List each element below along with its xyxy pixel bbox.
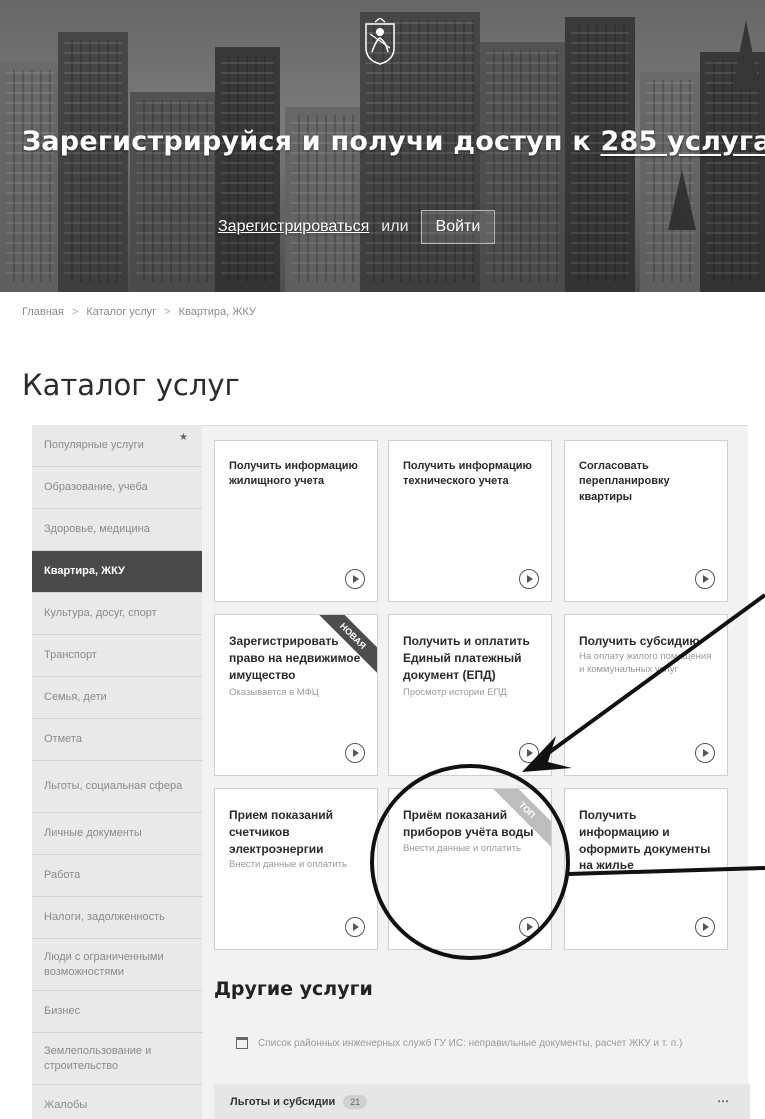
sidebar-item-family[interactable]: Семья, дети xyxy=(32,677,202,719)
sidebar-item-other[interactable]: Отмета xyxy=(32,719,202,761)
sidebar-item-label: Культура, досуг, спорт xyxy=(44,607,157,620)
card-title: Получить информацию и оформить документы… xyxy=(579,808,711,873)
sidebar-item-business[interactable]: Бизнес xyxy=(32,991,202,1033)
play-circle-icon[interactable] xyxy=(519,569,539,589)
card-subtitle: На оплату жилого помещения и коммунальны… xyxy=(579,651,712,675)
sidebar-item-taxes[interactable]: Налоги, задолженность xyxy=(32,897,202,939)
sidebar-item-education[interactable]: Образование, учеба xyxy=(32,467,202,509)
play-circle-icon[interactable] xyxy=(345,917,365,937)
benefits-accordion[interactable]: Льготы и субсидии 21 ⋯ xyxy=(214,1084,750,1119)
play-circle-icon[interactable] xyxy=(695,917,715,937)
sidebar-item-label: Здоровье, медицина xyxy=(44,523,150,536)
other-services-item-text: Список районных инженерных служб ГУ ИС: … xyxy=(258,1037,683,1049)
calendar-icon xyxy=(236,1037,248,1049)
benefits-count-badge: 21 xyxy=(343,1094,368,1109)
moscow-coat-of-arms-icon xyxy=(365,18,395,65)
play-circle-icon[interactable] xyxy=(345,569,365,589)
play-circle-icon[interactable] xyxy=(695,569,715,589)
breadcrumb-catalog[interactable]: Каталог услуг xyxy=(86,306,156,318)
card-subtitle: Внести данные и оплатить xyxy=(229,859,347,870)
other-services-item[interactable]: Список районных инженерных служб ГУ ИС: … xyxy=(214,1028,750,1058)
sidebar-item-complaints[interactable]: Жалобы xyxy=(32,1085,202,1119)
play-circle-icon[interactable] xyxy=(519,917,539,937)
sidebar-item-disabilities[interactable]: Люди с ограниченными возможностями xyxy=(32,939,202,991)
service-card[interactable]: Получить информацию технического учета xyxy=(388,440,552,602)
service-card[interactable]: Получить информацию жилищного учета xyxy=(214,440,378,602)
login-button[interactable]: Войти xyxy=(420,210,496,244)
breadcrumb: Главная > Каталог услуг > Квартира, ЖКУ xyxy=(22,306,256,318)
sidebar-item-label: Налоги, задолженность xyxy=(44,911,165,924)
card-subtitle: Внести данные и оплатить xyxy=(403,843,521,854)
card-title: Получить информацию технического учета xyxy=(403,460,532,488)
card-subtitle: Оказывается в МФЦ xyxy=(229,687,319,698)
service-card[interactable]: Прием показаний счетчиков электроэнергии… xyxy=(214,788,378,950)
sidebar-item-label: Личные документы xyxy=(44,827,142,840)
category-sidebar: Популярные услуги ★ Образование, учеба З… xyxy=(32,425,202,1119)
card-title: Получить и оплатить Единый платежный док… xyxy=(403,634,530,682)
service-card[interactable]: Зарегистрировать право на недвижимое иму… xyxy=(214,614,378,776)
sidebar-item-label: Образование, учеба xyxy=(44,481,148,494)
play-circle-icon[interactable] xyxy=(695,743,715,763)
sidebar-item-culture[interactable]: Культура, досуг, спорт xyxy=(32,593,202,635)
sidebar-item-benefits[interactable]: Льготы, социальная сфера xyxy=(32,761,202,813)
sidebar-item-label: Люди с ограниченными возможностями xyxy=(44,950,164,978)
more-icon[interactable]: ⋯ xyxy=(717,1094,729,1108)
play-circle-icon[interactable] xyxy=(519,743,539,763)
card-title: Получить субсидию xyxy=(579,634,700,648)
star-icon: ★ xyxy=(179,432,188,443)
sidebar-item-popular[interactable]: Популярные услуги ★ xyxy=(32,425,202,467)
card-title: Получить информацию жилищного учета xyxy=(229,460,358,488)
sidebar-item-label: Квартира, ЖКУ xyxy=(44,565,125,578)
sidebar-item-documents[interactable]: Личные документы xyxy=(32,813,202,855)
sidebar-item-label: Бизнес xyxy=(44,1005,81,1018)
sidebar-item-label: Транспорт xyxy=(44,649,97,662)
card-subtitle: Просмотр истории ЕПД xyxy=(403,687,507,698)
breadcrumb-separator: > xyxy=(164,306,171,318)
sidebar-item-label: Жалобы xyxy=(44,1099,88,1112)
benefits-label: Льготы и субсидии xyxy=(230,1095,336,1108)
breadcrumb-current: Квартира, ЖКУ xyxy=(178,306,256,318)
service-card[interactable]: Получить субсидию На оплату жилого помещ… xyxy=(564,614,728,776)
register-link[interactable]: Зарегистрироваться xyxy=(218,218,369,236)
breadcrumb-separator: > xyxy=(71,306,79,318)
hero-banner: Зарегистрируйся и получи доступ к 285 ус… xyxy=(0,0,765,292)
sidebar-item-label: Льготы, социальная сфера xyxy=(44,780,183,793)
card-title: Прием показаний счетчиков электроэнергии xyxy=(229,808,333,856)
service-card[interactable]: Получить информацию и оформить документы… xyxy=(564,788,728,950)
service-card[interactable]: Приём показаний приборов учёта воды Внес… xyxy=(388,788,552,950)
sidebar-item-transport[interactable]: Транспорт xyxy=(32,635,202,677)
hero-title-text: Зарегистрируйся и получи доступ к xyxy=(22,126,601,157)
sidebar-item-label: Отмета xyxy=(44,733,82,746)
play-circle-icon[interactable] xyxy=(345,743,365,763)
hero-title: Зарегистрируйся и получи доступ к 285 ус… xyxy=(22,126,765,157)
sidebar-item-health[interactable]: Здоровье, медицина xyxy=(32,509,202,551)
sidebar-item-label: Популярные услуги xyxy=(44,439,144,452)
services-count-link[interactable]: 285 услугам xyxy=(601,126,765,157)
sidebar-item-land[interactable]: Землепользование и строительство xyxy=(32,1033,202,1085)
service-card[interactable]: Согласовать перепланировку квартиры xyxy=(564,440,728,602)
page-title: Каталог услуг xyxy=(22,368,240,402)
breadcrumb-home[interactable]: Главная xyxy=(22,306,64,318)
sidebar-item-label: Землепользование и строительство xyxy=(44,1044,152,1072)
sidebar-item-label: Работа xyxy=(44,869,81,882)
card-title: Согласовать перепланировку квартиры xyxy=(579,460,670,503)
sidebar-item-housing[interactable]: Квартира, ЖКУ xyxy=(32,551,202,593)
other-services-title: Другие услуги xyxy=(214,978,373,1000)
hero-actions: Зарегистрироваться или Войти xyxy=(218,210,496,244)
sidebar-item-work[interactable]: Работа xyxy=(32,855,202,897)
service-card[interactable]: Получить и оплатить Единый платежный док… xyxy=(388,614,552,776)
or-text: или xyxy=(381,218,409,235)
sidebar-item-label: Семья, дети xyxy=(44,691,107,704)
